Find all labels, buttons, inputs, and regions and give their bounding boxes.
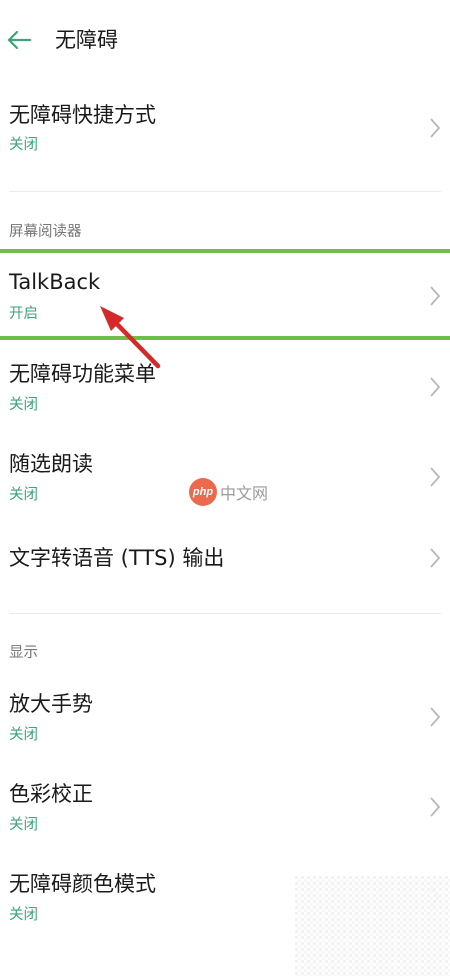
setting-item-accessibility-menu[interactable]: 无障碍功能菜单 关闭 [0, 345, 450, 430]
item-title: 文字转语音 (TTS) 输出 [9, 546, 225, 570]
chevron-right-icon [430, 118, 441, 138]
item-title: 色彩校正 [9, 782, 93, 806]
item-status: 关闭 [9, 137, 38, 153]
item-status: 关闭 [9, 817, 38, 833]
section-label-screen-reader: 屏幕阅读器 [9, 224, 82, 240]
background-noise [295, 876, 450, 976]
setting-item-color-correction[interactable]: 色彩校正 关闭 [0, 765, 450, 850]
setting-item-accessibility-shortcut[interactable]: 无障碍快捷方式 关闭 [0, 90, 450, 180]
site-watermark: php 中文网 [189, 478, 268, 506]
item-title: 无障碍快捷方式 [9, 103, 156, 127]
item-title: 无障碍功能菜单 [9, 362, 156, 386]
item-title: 随选朗读 [9, 452, 93, 476]
section-divider [9, 613, 441, 614]
chevron-right-icon [430, 548, 441, 568]
section-label-display: 显示 [9, 645, 38, 661]
item-status: 关闭 [9, 907, 38, 923]
watermark-text: 中文网 [220, 484, 269, 503]
app-header: 无障碍 [0, 0, 450, 80]
item-status: 关闭 [9, 397, 38, 413]
item-status: 关闭 [9, 727, 38, 743]
back-arrow-icon[interactable] [6, 28, 32, 52]
chevron-right-icon [430, 707, 441, 727]
item-title: 无障碍颜色模式 [9, 872, 156, 896]
highlight-line-top [0, 249, 450, 253]
item-title: TalkBack [9, 270, 101, 294]
chevron-right-icon [430, 286, 441, 306]
chevron-right-icon [430, 377, 441, 397]
setting-item-tts-output[interactable]: 文字转语音 (TTS) 输出 [0, 525, 450, 595]
section-divider [9, 191, 441, 192]
setting-item-magnification-gesture[interactable]: 放大手势 关闭 [0, 675, 450, 760]
item-title: 放大手势 [9, 692, 93, 716]
php-logo-icon: php [189, 478, 217, 506]
chevron-right-icon [430, 797, 441, 817]
item-status: 关闭 [9, 487, 38, 503]
chevron-right-icon [430, 467, 441, 487]
setting-item-talkback[interactable]: TalkBack 开启 [0, 255, 450, 337]
highlight-line-bottom [0, 336, 450, 340]
item-status: 开启 [9, 306, 38, 322]
page-title: 无障碍 [55, 28, 118, 52]
